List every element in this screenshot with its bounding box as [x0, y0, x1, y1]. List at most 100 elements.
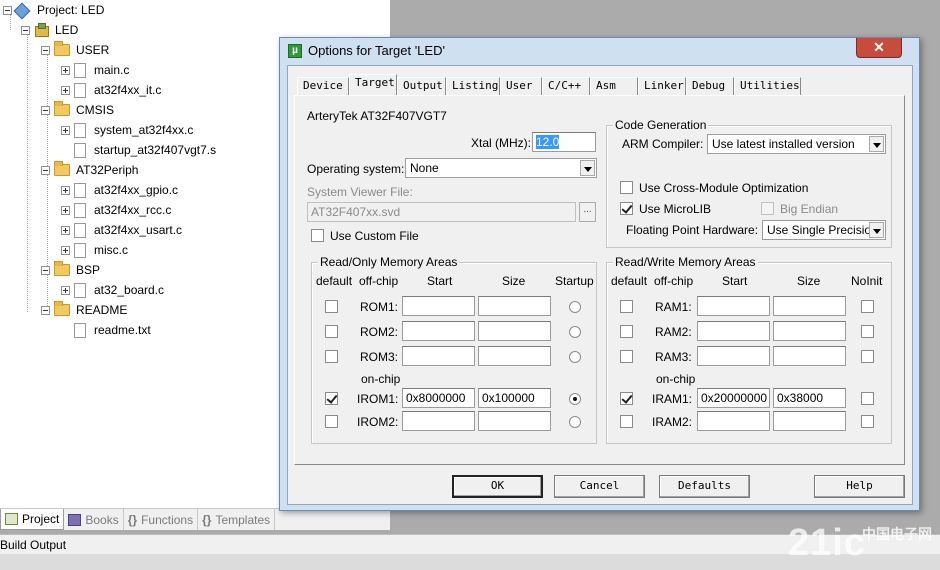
expand-icon[interactable] [61, 85, 70, 95]
ok-button[interactable]: OK [452, 475, 543, 498]
tree-file[interactable]: misc.c [61, 241, 128, 259]
rom-size-input[interactable] [478, 411, 551, 431]
help-button[interactable]: Help [814, 475, 905, 498]
irom-start-input[interactable]: 0x8000000 [402, 388, 475, 408]
ram-noinit-checkbox[interactable] [861, 300, 874, 313]
tree-file[interactable]: at32f4xx_rcc.c [61, 201, 171, 219]
big-endian-checkbox [761, 202, 774, 215]
tree-file[interactable]: readme.txt [74, 321, 151, 339]
custom-file-checkbox[interactable] [311, 229, 324, 242]
rom-startup-radio[interactable] [569, 351, 581, 363]
ram-noinit-checkbox[interactable] [861, 350, 874, 363]
ram-start-input[interactable] [697, 321, 770, 341]
fp-select[interactable]: Use Single Precision [762, 220, 886, 240]
expand-icon[interactable] [61, 65, 70, 75]
tree-file[interactable]: startup_at32f407vgt7.s [74, 141, 216, 159]
defaults-button[interactable]: Defaults [659, 475, 750, 498]
rom-startup-radio[interactable] [569, 301, 581, 313]
irom-startup-radio[interactable] [569, 393, 581, 405]
expand-icon[interactable] [61, 225, 70, 235]
irom-size-input[interactable]: 0x100000 [478, 388, 551, 408]
tree-group-bsp[interactable]: BSP [41, 261, 100, 279]
close-button[interactable]: ✕ [856, 38, 902, 58]
tree-file[interactable]: at32f4xx_it.c [61, 81, 161, 99]
ram-start-input[interactable] [697, 296, 770, 316]
tab-linker[interactable]: Linker [638, 77, 686, 95]
expand-icon[interactable] [61, 205, 70, 215]
rom-default-checkbox[interactable] [325, 325, 338, 338]
tree-group-readme[interactable]: README [41, 301, 127, 319]
collapse-icon[interactable] [41, 105, 50, 115]
tree-project-root[interactable]: Project: LED [3, 1, 104, 19]
collapse-icon[interactable] [41, 305, 50, 315]
tab-user[interactable]: User [500, 77, 542, 95]
iram-default-checkbox[interactable] [620, 392, 633, 405]
expand-icon[interactable] [61, 245, 70, 255]
ram-size-input[interactable] [773, 346, 846, 366]
ram-noinit-checkbox[interactable] [861, 415, 874, 428]
rom-start-input[interactable] [402, 411, 475, 431]
ram-noinit-checkbox[interactable] [861, 325, 874, 338]
cross-module-checkbox[interactable] [620, 181, 633, 194]
tree-file[interactable]: at32f4xx_gpio.c [61, 181, 178, 199]
rom-default-checkbox[interactable] [325, 415, 338, 428]
ram-size-input[interactable] [773, 296, 846, 316]
os-select[interactable]: None [405, 158, 597, 178]
ram-default-checkbox[interactable] [620, 325, 633, 338]
tab-functions[interactable]: {} Functions [124, 509, 199, 530]
tab-listing[interactable]: Listing [446, 77, 500, 95]
tab-templates[interactable]: {} Templates [198, 509, 276, 530]
collapse-icon[interactable] [41, 165, 50, 175]
tree-file[interactable]: at32_board.c [61, 281, 164, 299]
rom-startup-radio[interactable] [569, 416, 581, 428]
rom-startup-radio[interactable] [569, 326, 581, 338]
rom-start-input[interactable] [402, 296, 475, 316]
microlib-checkbox[interactable] [620, 202, 633, 215]
tab-device[interactable]: Device [297, 77, 349, 95]
irom-default-checkbox[interactable] [325, 392, 338, 405]
expand-icon[interactable] [61, 125, 70, 135]
ram-start-input[interactable] [697, 411, 770, 431]
ram-size-input[interactable] [773, 321, 846, 341]
tree-file[interactable]: main.c [61, 61, 129, 79]
rom-start-input[interactable] [402, 346, 475, 366]
tab-asm[interactable]: Asm [590, 77, 638, 95]
cancel-button[interactable]: Cancel [554, 475, 645, 498]
ram-default-checkbox[interactable] [620, 350, 633, 363]
ram-default-checkbox[interactable] [620, 415, 633, 428]
tree-target[interactable]: LED [21, 21, 78, 39]
tab-c-cpp[interactable]: C/C++ [542, 77, 590, 95]
tab-books[interactable]: Books [64, 509, 124, 530]
xtal-input[interactable]: 12.0 [532, 132, 596, 152]
tree-file[interactable]: at32f4xx_usart.c [61, 221, 182, 239]
ram-default-checkbox[interactable] [620, 300, 633, 313]
collapse-icon[interactable] [41, 45, 50, 55]
rom-size-input[interactable] [478, 346, 551, 366]
tab-debug[interactable]: Debug [686, 77, 734, 95]
collapse-icon[interactable] [3, 5, 12, 15]
tree-group-user[interactable]: USER [41, 41, 109, 59]
iram-size-input[interactable]: 0x38000 [773, 388, 846, 408]
rom-default-checkbox[interactable] [325, 300, 338, 313]
tree-group-cmsis[interactable]: CMSIS [41, 101, 114, 119]
tab-project[interactable]: Project [0, 509, 65, 530]
ram-size-input[interactable] [773, 411, 846, 431]
tab-utilities[interactable]: Utilities [734, 77, 801, 95]
os-label: Operating system: [307, 162, 405, 176]
compiler-select[interactable]: Use latest installed version [707, 134, 886, 154]
collapse-icon[interactable] [41, 265, 50, 275]
expand-icon[interactable] [61, 185, 70, 195]
ram-noinit-checkbox[interactable] [861, 392, 874, 405]
tree-group-at32periph[interactable]: AT32Periph [41, 161, 138, 179]
rom-size-input[interactable] [478, 321, 551, 341]
ram-start-input[interactable] [697, 346, 770, 366]
rom-default-checkbox[interactable] [325, 350, 338, 363]
iram-start-input[interactable]: 0x20000000 [697, 388, 770, 408]
expand-icon[interactable] [61, 285, 70, 295]
tab-output[interactable]: Output [397, 77, 446, 95]
tree-file[interactable]: system_at32f4xx.c [61, 121, 193, 139]
rom-start-input[interactable] [402, 321, 475, 341]
tab-target[interactable]: Target [349, 74, 397, 96]
rom-size-input[interactable] [478, 296, 551, 316]
collapse-icon[interactable] [21, 25, 30, 35]
